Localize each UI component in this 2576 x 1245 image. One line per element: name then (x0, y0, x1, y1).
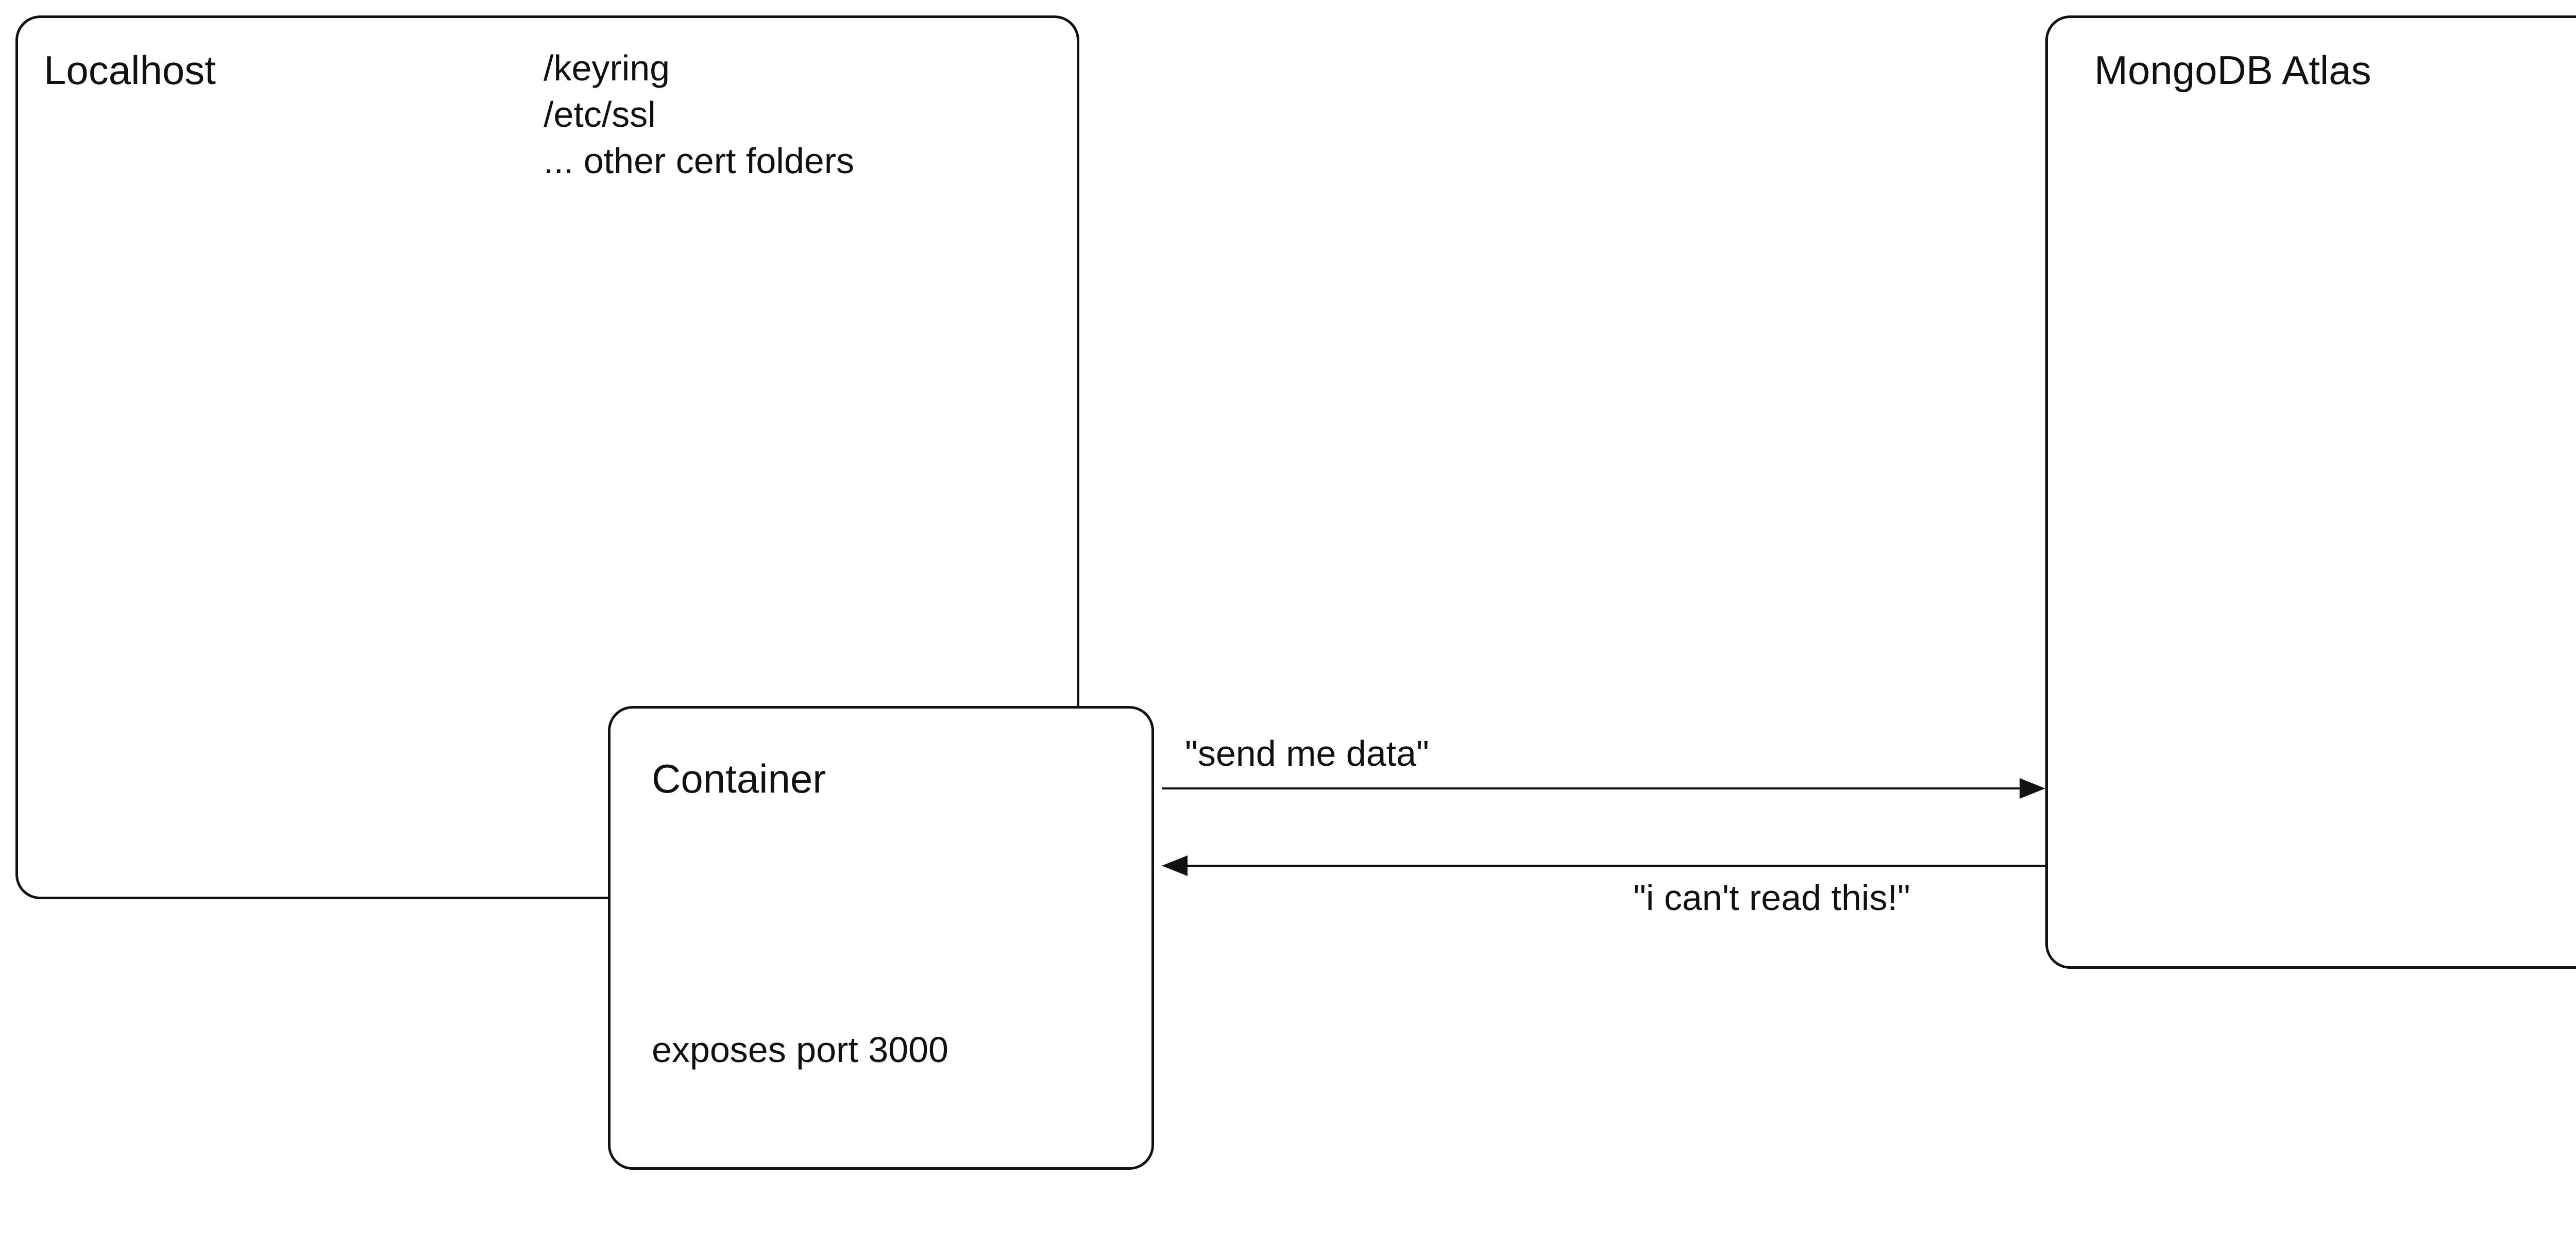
response-arrow (1162, 855, 2045, 876)
container-title: Container (652, 755, 826, 803)
request-arrow-label: "send me data" (1185, 732, 1429, 775)
atlas-title: MongoDB Atlas (2094, 46, 2371, 95)
localhost-title: Localhost (44, 46, 216, 95)
container-box: Container exposes port 3000 (608, 706, 1154, 1170)
localhost-cert-line-1: /keyring (544, 46, 670, 90)
localhost-cert-line-2: /etc/ssl (544, 93, 656, 136)
diagram-canvas: Localhost /keyring /etc/ssl ... other ce… (0, 0, 2576, 1245)
localhost-cert-line-3: ... other cert folders (544, 139, 854, 182)
container-port-line: exposes port 3000 (652, 1028, 948, 1071)
response-arrow-label: "i can't read this!" (1633, 876, 1910, 919)
request-arrow (1162, 778, 2045, 799)
atlas-box: MongoDB Atlas (2045, 15, 2576, 969)
